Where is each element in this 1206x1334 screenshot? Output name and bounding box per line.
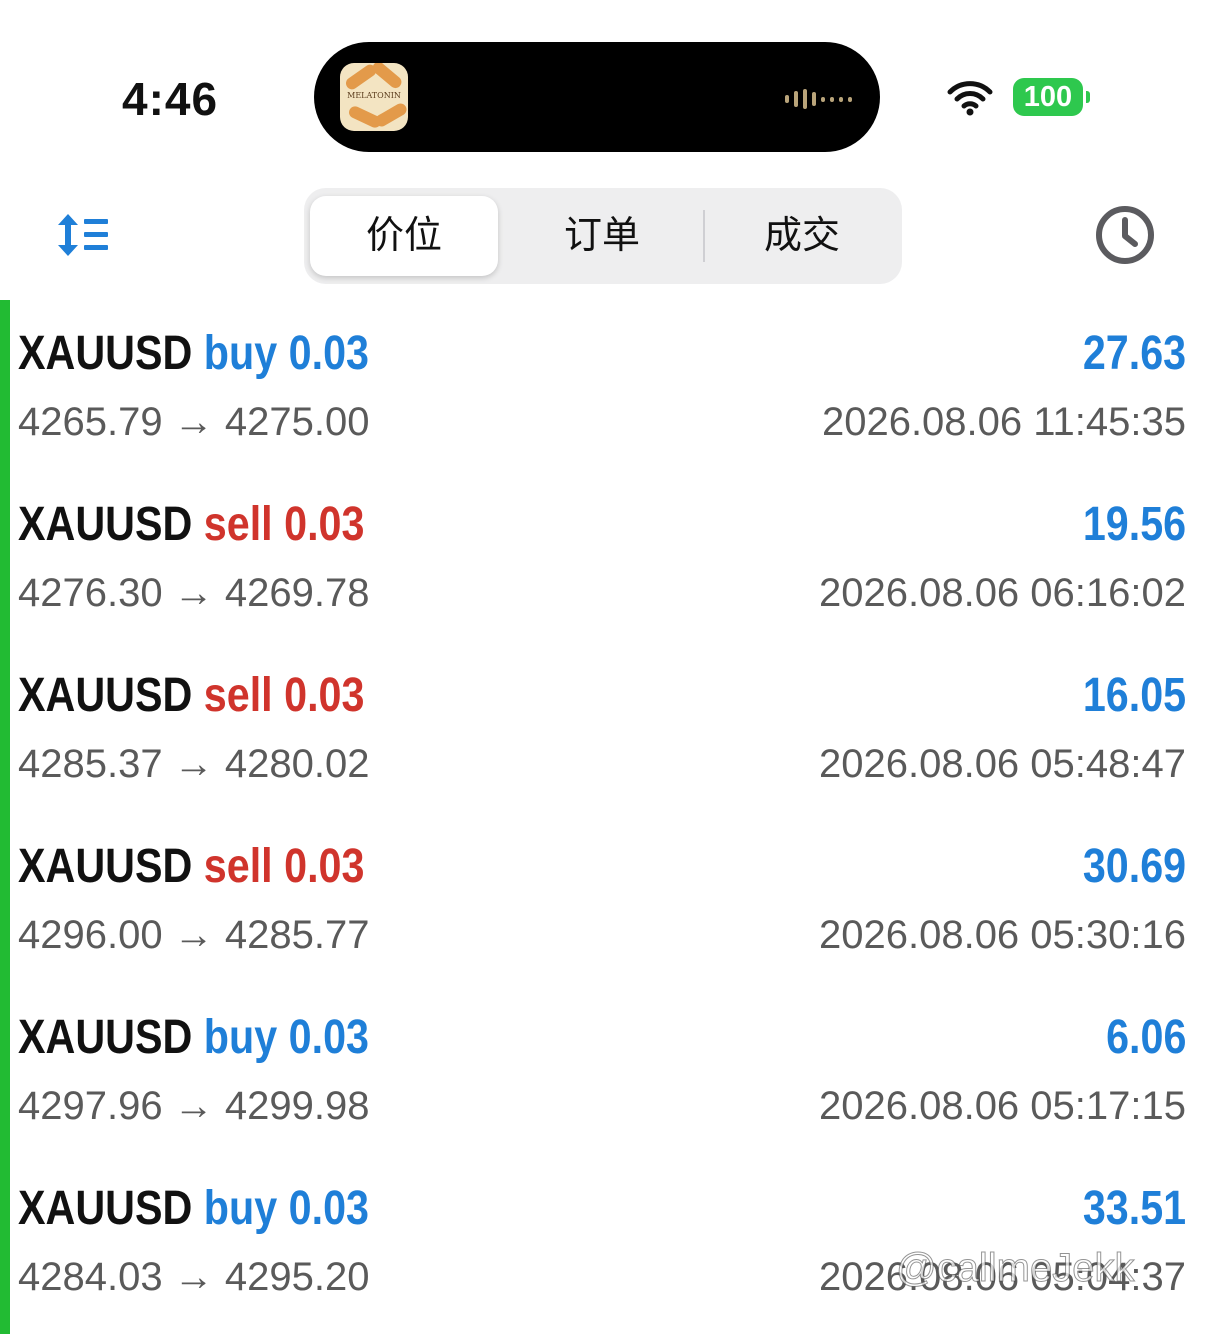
trade-close-time: 2026.08.06 06:16:02 <box>818 571 1186 615</box>
trade-list: XAUUSD buy 0.03 27.63 4265.79 → 4275.00 202… <box>0 300 1206 1326</box>
close-price: 4275.00 <box>224 400 370 444</box>
open-price: 4296.00 <box>18 913 163 957</box>
artwork-text: MELATONIN <box>347 91 401 100</box>
trade-symbol: XAUUSD <box>18 1182 193 1235</box>
trade-symbol: XAUUSD <box>18 498 193 551</box>
trade-title: XAUUSD buy 0.03 <box>18 1010 369 1065</box>
trade-side-volume: sell 0.03 <box>203 840 365 893</box>
trade-prices: 4276.30 → 4269.78 <box>18 571 369 616</box>
dynamic-island[interactable]: MELATONIN <box>314 42 880 152</box>
tab-price[interactable]: 价位 <box>310 196 498 276</box>
trade-row[interactable]: XAUUSD buy 0.03 6.06 4297.96 → 4299.98 2026… <box>0 984 1206 1155</box>
trade-symbol: XAUUSD <box>18 669 193 722</box>
trade-title: XAUUSD buy 0.03 <box>18 1181 369 1236</box>
trade-side-volume: buy 0.03 <box>203 327 369 380</box>
tab-divider <box>703 210 705 262</box>
trade-title: XAUUSD sell 0.03 <box>18 839 364 894</box>
trade-profit: 16.05 <box>1082 669 1186 722</box>
close-price: 4285.77 <box>224 913 370 957</box>
trade-side-volume: sell 0.03 <box>203 669 365 722</box>
arrow-icon: → <box>173 913 214 957</box>
trade-profit: 27.63 <box>1082 327 1186 380</box>
trade-symbol: XAUUSD <box>18 327 193 380</box>
wifi-icon <box>947 81 993 116</box>
open-price: 4285.37 <box>18 742 163 786</box>
close-price: 4280.02 <box>224 742 370 786</box>
trade-symbol: XAUUSD <box>18 840 193 893</box>
open-price: 4265.79 <box>18 400 163 444</box>
trade-side-volume: buy 0.03 <box>203 1011 369 1064</box>
trade-side-volume: sell 0.03 <box>203 498 365 551</box>
tab-deals[interactable]: 成交 <box>706 196 898 276</box>
trade-side-volume: buy 0.03 <box>203 1182 369 1235</box>
trade-prices: 4265.79 → 4275.00 <box>18 400 369 445</box>
close-price: 4295.20 <box>224 1255 370 1299</box>
trade-row[interactable]: XAUUSD buy 0.03 33.51 4284.03 → 4295.20 202… <box>0 1155 1206 1326</box>
arrow-icon: → <box>173 400 214 444</box>
trade-title: XAUUSD sell 0.03 <box>18 497 364 552</box>
close-price: 4269.78 <box>224 571 370 615</box>
trade-close-time: 2026.08.06 05:30:16 <box>818 913 1186 957</box>
trade-row[interactable]: XAUUSD sell 0.03 19.56 4276.30 → 4269.78 20… <box>0 471 1206 642</box>
trade-row[interactable]: XAUUSD sell 0.03 30.69 4296.00 → 4285.77 20… <box>0 813 1206 984</box>
arrow-icon: → <box>173 571 214 615</box>
battery-tip <box>1086 91 1090 103</box>
trade-close-time: 2026.08.06 05:17:15 <box>818 1084 1186 1128</box>
arrow-icon: → <box>173 1084 214 1128</box>
arrow-icon: → <box>173 1255 214 1299</box>
close-price: 4299.98 <box>224 1084 370 1128</box>
clock-icon[interactable] <box>1094 204 1156 266</box>
trade-row[interactable]: XAUUSD buy 0.03 27.63 4265.79 → 4275.00 202… <box>0 300 1206 471</box>
battery-icon: 100 <box>1013 78 1083 116</box>
trade-profit: 19.56 <box>1082 498 1186 551</box>
trade-title: XAUUSD buy 0.03 <box>18 326 369 381</box>
waveform-icon <box>785 89 852 109</box>
open-price: 4297.96 <box>18 1084 163 1128</box>
trade-prices: 4285.37 → 4280.02 <box>18 742 369 787</box>
trade-prices: 4297.96 → 4299.98 <box>18 1084 369 1129</box>
trade-title: XAUUSD sell 0.03 <box>18 668 364 723</box>
status-bar: 4:46 MELATONIN 100 <box>0 0 1206 160</box>
watermark: @callmeJekk <box>895 1246 1135 1291</box>
trade-symbol: XAUUSD <box>18 1011 193 1064</box>
segmented-control: 价位 订单 成交 <box>304 188 902 284</box>
tab-orders[interactable]: 订单 <box>504 196 700 276</box>
open-price: 4276.30 <box>18 571 163 615</box>
status-time: 4:46 <box>122 73 219 125</box>
trade-close-time: 2026.08.06 05:48:47 <box>818 742 1186 786</box>
arrow-icon: → <box>173 742 214 786</box>
sort-icon[interactable] <box>52 210 112 260</box>
trade-prices: 4296.00 → 4285.77 <box>18 913 369 958</box>
trade-row[interactable]: XAUUSD sell 0.03 16.05 4285.37 → 4280.02 20… <box>0 642 1206 813</box>
trade-profit: 33.51 <box>1082 1182 1186 1235</box>
open-price: 4284.03 <box>18 1255 163 1299</box>
trade-close-time: 2026.08.06 11:45:35 <box>821 400 1186 444</box>
trade-profit: 30.69 <box>1082 840 1186 893</box>
trade-prices: 4284.03 → 4295.20 <box>18 1255 369 1300</box>
now-playing-artwork[interactable]: MELATONIN <box>340 63 408 131</box>
trade-profit: 6.06 <box>1105 1011 1186 1064</box>
